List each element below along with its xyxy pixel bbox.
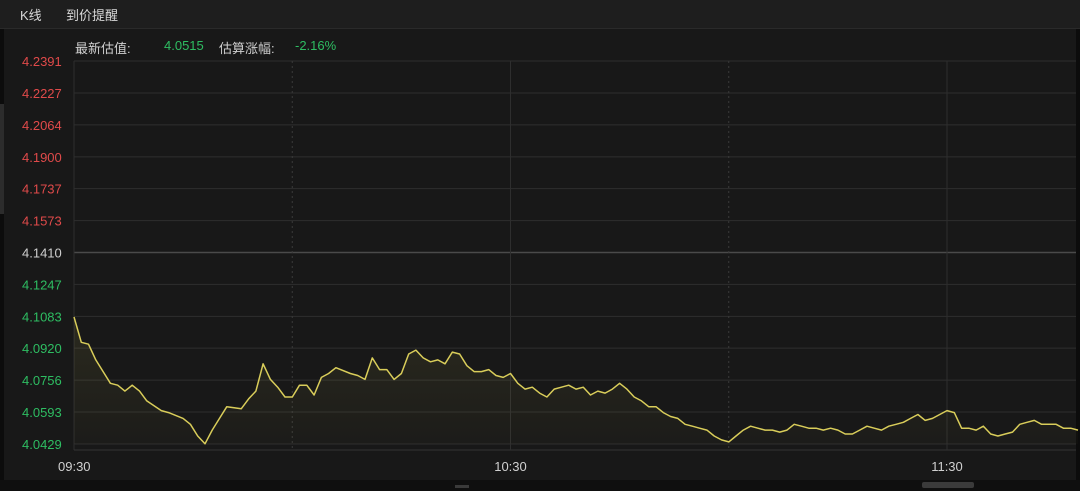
x-tick-label: 10:30: [494, 459, 527, 474]
y-tick-label: 4.0593: [22, 405, 62, 420]
time-scroll-strip: [0, 480, 1080, 491]
time-scroll-handle[interactable]: [922, 482, 974, 488]
y-tick-label: 4.2227: [22, 86, 62, 101]
time-scroll-mark: [455, 485, 469, 488]
y-tick-label: 4.0429: [22, 437, 62, 452]
y-tick-label: 4.1083: [22, 309, 62, 324]
y-tick-label: 4.1900: [22, 150, 62, 165]
x-tick-label: 11:30: [931, 459, 963, 474]
y-tick-label: 4.2064: [22, 118, 62, 133]
y-tick-label: 4.0756: [22, 373, 62, 388]
y-tick-label: 4.1410: [22, 246, 62, 261]
intraday-chart: 4.2391 4.2227 4.2064 4.1900 4.1737 4.1573 4.14…: [22, 54, 1079, 474]
y-tick-label: 4.1737: [22, 182, 62, 197]
y-tick-label: 4.2391: [22, 54, 62, 69]
y-tick-label: 4.0920: [22, 341, 62, 356]
y-tick-label: 4.1247: [22, 277, 62, 292]
y-tick-label: 4.1573: [22, 214, 62, 229]
x-tick-label: 09:30: [58, 459, 91, 474]
